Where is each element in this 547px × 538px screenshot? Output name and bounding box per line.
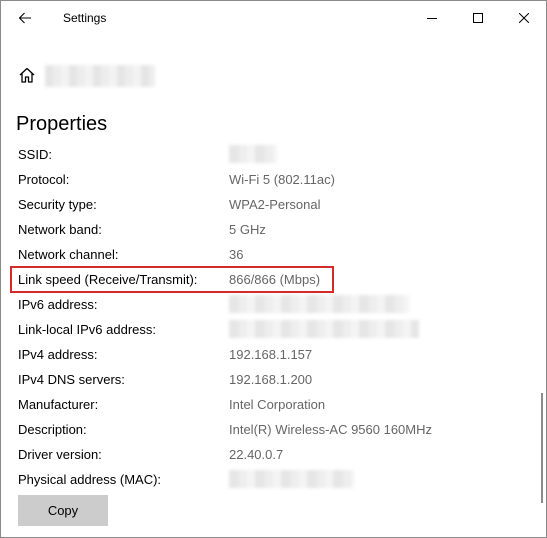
- window-title: Settings: [63, 11, 107, 25]
- property-label: Security type:: [18, 197, 97, 212]
- settings-window: Settings Properties SSID: Protocol: Wi-F…: [0, 0, 547, 538]
- property-row-link-local-ipv6: Link-local IPv6 address:: [18, 318, 538, 343]
- minimize-icon: [427, 18, 437, 19]
- property-value: Wi-Fi 5 (802.11ac): [229, 172, 335, 187]
- title-bar: Settings: [1, 1, 546, 35]
- maximize-button[interactable]: [455, 1, 501, 35]
- property-value: 22.40.0.7: [229, 447, 284, 462]
- property-row-ssid: SSID:: [18, 143, 538, 168]
- property-value: 36: [229, 247, 244, 262]
- property-label: IPv4 DNS servers:: [18, 372, 125, 387]
- copy-button[interactable]: Copy: [18, 495, 108, 526]
- property-label: Manufacturer:: [18, 397, 99, 412]
- property-label: Description:: [18, 422, 87, 437]
- back-button[interactable]: [9, 3, 41, 33]
- property-label: SSID:: [18, 147, 52, 162]
- property-value-redacted: [229, 295, 409, 313]
- property-value: 192.168.1.157: [229, 347, 313, 362]
- link-speed-highlight-box: [10, 266, 334, 293]
- property-value: 5 GHz: [229, 222, 266, 237]
- property-label: IPv6 address:: [18, 297, 98, 312]
- property-row-ipv6-address: IPv6 address:: [18, 293, 538, 318]
- close-button[interactable]: [501, 1, 546, 35]
- property-value: WPA2-Personal: [229, 197, 321, 212]
- property-row-driver-version: Driver version: 22.40.0.7: [18, 443, 538, 468]
- property-row-ipv4-address: IPv4 address: 192.168.1.157: [18, 343, 538, 368]
- property-row-ipv4-dns: IPv4 DNS servers: 192.168.1.200: [18, 368, 538, 393]
- property-row-manufacturer: Manufacturer: Intel Corporation: [18, 393, 538, 418]
- property-label: Driver version:: [18, 447, 102, 462]
- property-row-network-channel: Network channel: 36: [18, 243, 538, 268]
- property-row-protocol: Protocol: Wi-Fi 5 (802.11ac): [18, 168, 538, 193]
- property-label: Protocol:: [18, 172, 70, 187]
- property-value: 192.168.1.200: [229, 372, 313, 387]
- property-row-physical-address: Physical address (MAC):: [18, 468, 538, 493]
- property-label: Network band:: [18, 222, 102, 237]
- property-value-redacted: [229, 470, 354, 488]
- minimize-button[interactable]: [409, 1, 455, 35]
- property-row-network-band: Network band: 5 GHz: [18, 218, 538, 243]
- maximize-icon: [473, 13, 483, 23]
- property-value: Intel Corporation: [229, 397, 326, 412]
- home-button[interactable]: [16, 64, 38, 86]
- property-label: Link-local IPv6 address:: [18, 322, 157, 337]
- network-name-redacted: [45, 65, 155, 87]
- property-row-description: Description: Intel(R) Wireless-AC 9560 1…: [18, 418, 538, 443]
- property-label: Physical address (MAC):: [18, 472, 162, 487]
- property-value-redacted: [229, 320, 419, 338]
- home-icon: [19, 67, 35, 83]
- property-label: IPv4 address:: [18, 347, 98, 362]
- properties-list: SSID: Protocol: Wi-Fi 5 (802.11ac) Secur…: [18, 143, 538, 493]
- close-icon: [519, 13, 529, 23]
- scrollbar[interactable]: [541, 393, 543, 503]
- property-value: Intel(R) Wireless-AC 9560 160MHz: [229, 422, 433, 437]
- property-label: Network channel:: [18, 247, 119, 262]
- page-title: Properties: [16, 113, 108, 136]
- property-value-redacted: [229, 145, 277, 163]
- property-row-security-type: Security type: WPA2-Personal: [18, 193, 538, 218]
- back-arrow-icon: [18, 12, 31, 24]
